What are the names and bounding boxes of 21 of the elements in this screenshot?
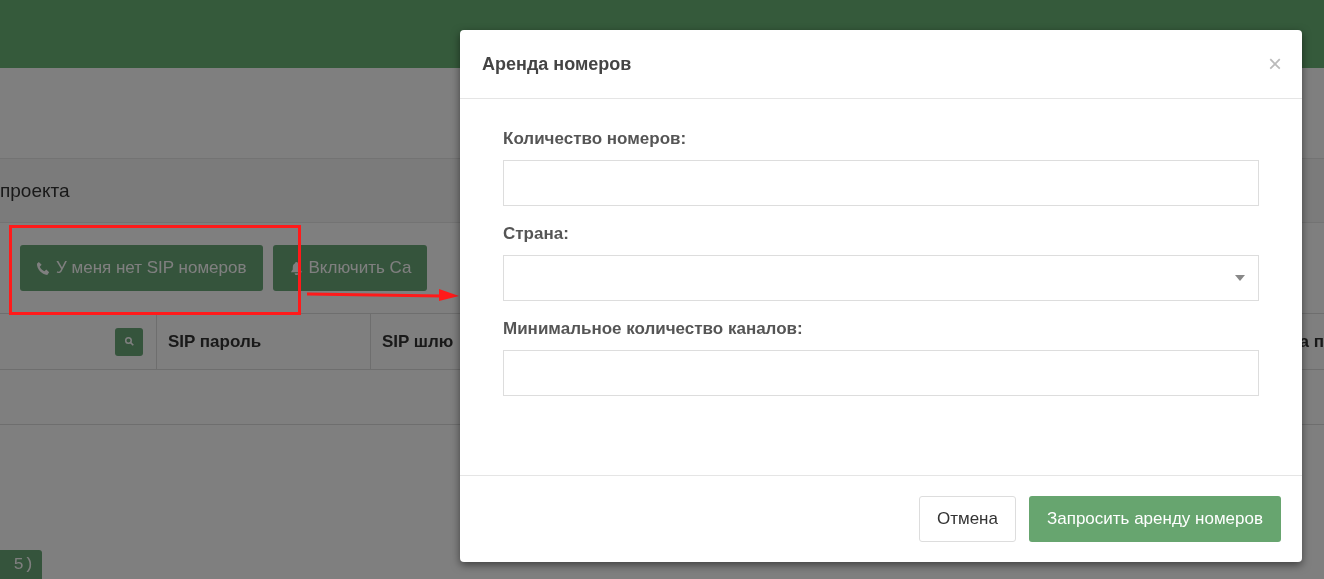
field-label: Страна: (503, 224, 570, 244)
project-label: проекта (0, 179, 70, 202)
country-select[interactable] (503, 255, 1259, 301)
column-header: SIP пароль (168, 331, 262, 352)
phone-icon (36, 260, 51, 276)
column-header: SIP шлю (382, 331, 454, 352)
modal-title: Аренда номеров (482, 53, 632, 75)
toolbar-button[interactable]: У меня нет SIP номеров (20, 245, 263, 291)
submit-button[interactable]: Запросить аренду номеров (1028, 496, 1281, 542)
toolbar-button[interactable]: Включить Са (272, 245, 428, 291)
input-field[interactable] (503, 350, 1259, 396)
search-icon (123, 336, 135, 347)
bell-icon (288, 260, 304, 276)
field-label: Количество номеров: (503, 129, 688, 149)
close-button[interactable]: × (1268, 50, 1282, 78)
cancel-button[interactable]: Отмена (918, 496, 1016, 542)
pagination-button[interactable]: 5) (0, 550, 42, 579)
caret-icon (1235, 275, 1245, 281)
search-button[interactable] (115, 327, 143, 356)
input-field[interactable] (503, 160, 1259, 206)
field-label: Минимальное количество каналов: (503, 319, 804, 339)
